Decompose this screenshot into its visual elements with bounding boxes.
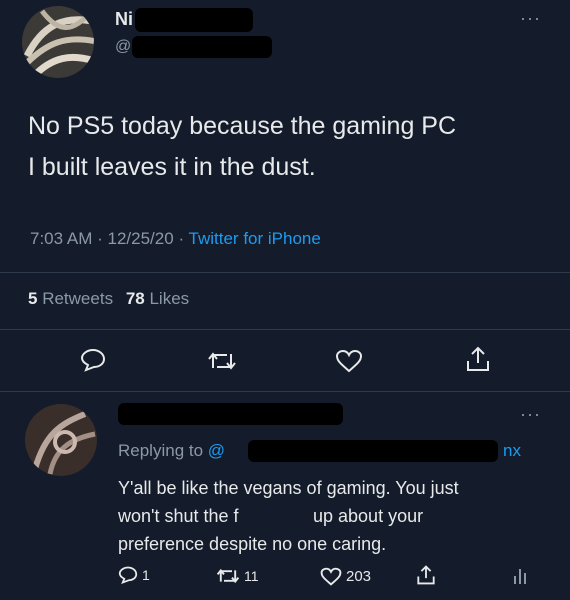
- divider: [0, 272, 570, 273]
- tweet-meta: 7:03 AM · 12/25/20 · Twitter for iPhone: [30, 229, 321, 249]
- likes-label: Likes: [149, 289, 190, 308]
- tweet-date: 12/25/20: [107, 229, 174, 248]
- redaction-replying-handle: [248, 440, 498, 462]
- replying-to-line: Replying to @: [118, 441, 225, 461]
- reply-avatar[interactable]: [25, 404, 97, 476]
- divider: [0, 391, 570, 392]
- meta-separator: ·: [178, 229, 185, 248]
- author-avatar[interactable]: [22, 6, 94, 78]
- reply-reply-count: 1: [142, 567, 150, 583]
- reply-retweet-count: 11: [244, 568, 259, 584]
- reply-icon[interactable]: [80, 348, 106, 372]
- reply-text-line2b: up about your: [313, 506, 424, 526]
- reply-icon: [118, 566, 138, 584]
- redaction-handle: [132, 36, 272, 58]
- redaction-name: [135, 8, 253, 32]
- tweet-text-line1: No PS5 today because the gaming PC: [28, 112, 457, 140]
- reply-more-options-icon[interactable]: ···: [520, 404, 541, 425]
- tweet-text-line2: I built leaves it in the dust.: [28, 153, 316, 181]
- reply-text-line3: preference despite no one caring.: [118, 534, 387, 554]
- redaction-reply-name: [118, 403, 343, 425]
- retweet-icon[interactable]: [207, 350, 237, 372]
- reply-retweet-action[interactable]: 11: [216, 567, 259, 585]
- replying-to-label: Replying to: [118, 441, 204, 460]
- reply-like-action[interactable]: 203: [320, 567, 371, 586]
- reply-text-line1: Y'all be like the vegans of gaming. You …: [118, 478, 459, 498]
- tweet-time: 7:03 AM: [30, 229, 93, 248]
- tweet-stats: 5 Retweets 78 Likes: [28, 289, 189, 309]
- likes-stat[interactable]: 78 Likes: [126, 289, 189, 308]
- share-icon[interactable]: [416, 564, 436, 586]
- meta-separator: ·: [97, 229, 103, 248]
- like-icon: [320, 567, 342, 586]
- retweets-label: Retweets: [42, 289, 114, 308]
- retweet-icon: [216, 567, 240, 585]
- replying-to-handle[interactable]: @: [208, 441, 225, 460]
- likes-count: 78: [125, 289, 145, 308]
- retweets-stat[interactable]: 5 Retweets: [28, 289, 118, 308]
- more-options-icon[interactable]: ···: [520, 8, 541, 29]
- tweet-source-link[interactable]: Twitter for iPhone: [189, 229, 321, 248]
- analytics-icon[interactable]: [512, 565, 528, 585]
- reply-text-line2a: won't shut the f: [118, 506, 239, 526]
- author-name[interactable]: Ni: [115, 9, 133, 30]
- divider: [0, 329, 570, 330]
- reply-like-count: 203: [346, 568, 372, 585]
- like-icon[interactable]: [335, 349, 363, 373]
- retweets-count: 5: [28, 289, 38, 308]
- share-icon[interactable]: [465, 345, 491, 373]
- reply-reply-action[interactable]: 1: [118, 566, 150, 584]
- replying-to-handle-end[interactable]: nx: [503, 441, 521, 461]
- author-handle[interactable]: @: [115, 38, 131, 56]
